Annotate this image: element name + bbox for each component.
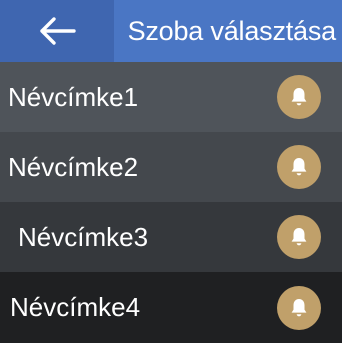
room-select-screen: Szoba választása Névcímke1 Névcímke2 Név… [0, 0, 342, 343]
bell-icon [291, 298, 307, 316]
back-button[interactable] [0, 0, 114, 62]
bell-button[interactable] [277, 145, 321, 189]
room-item-4[interactable]: Névcímke4 [0, 272, 342, 343]
room-label: Névcímke2 [8, 151, 139, 182]
bell-icon [291, 158, 307, 176]
arrow-left-icon [40, 17, 76, 45]
page-title: Szoba választása [127, 15, 337, 46]
room-label: Névcímke3 [18, 221, 149, 252]
bell-button[interactable] [277, 75, 321, 119]
room-label: Névcímke4 [10, 292, 141, 322]
bell-button[interactable] [277, 285, 321, 330]
room-label: Névcímke1 [8, 81, 139, 112]
bell-icon [291, 228, 307, 246]
room-item-3[interactable]: Névcímke3 [0, 202, 342, 272]
room-list: Névcímke1 Névcímke2 Névcímke3 Névcímke4 [0, 62, 342, 343]
bell-icon [291, 88, 307, 106]
header-bar: Szoba választása [0, 0, 342, 62]
page-title-area: Szoba választása [114, 0, 342, 62]
room-item-1[interactable]: Névcímke1 [0, 62, 342, 132]
room-item-2[interactable]: Névcímke2 [0, 132, 342, 202]
bell-button[interactable] [277, 215, 321, 259]
